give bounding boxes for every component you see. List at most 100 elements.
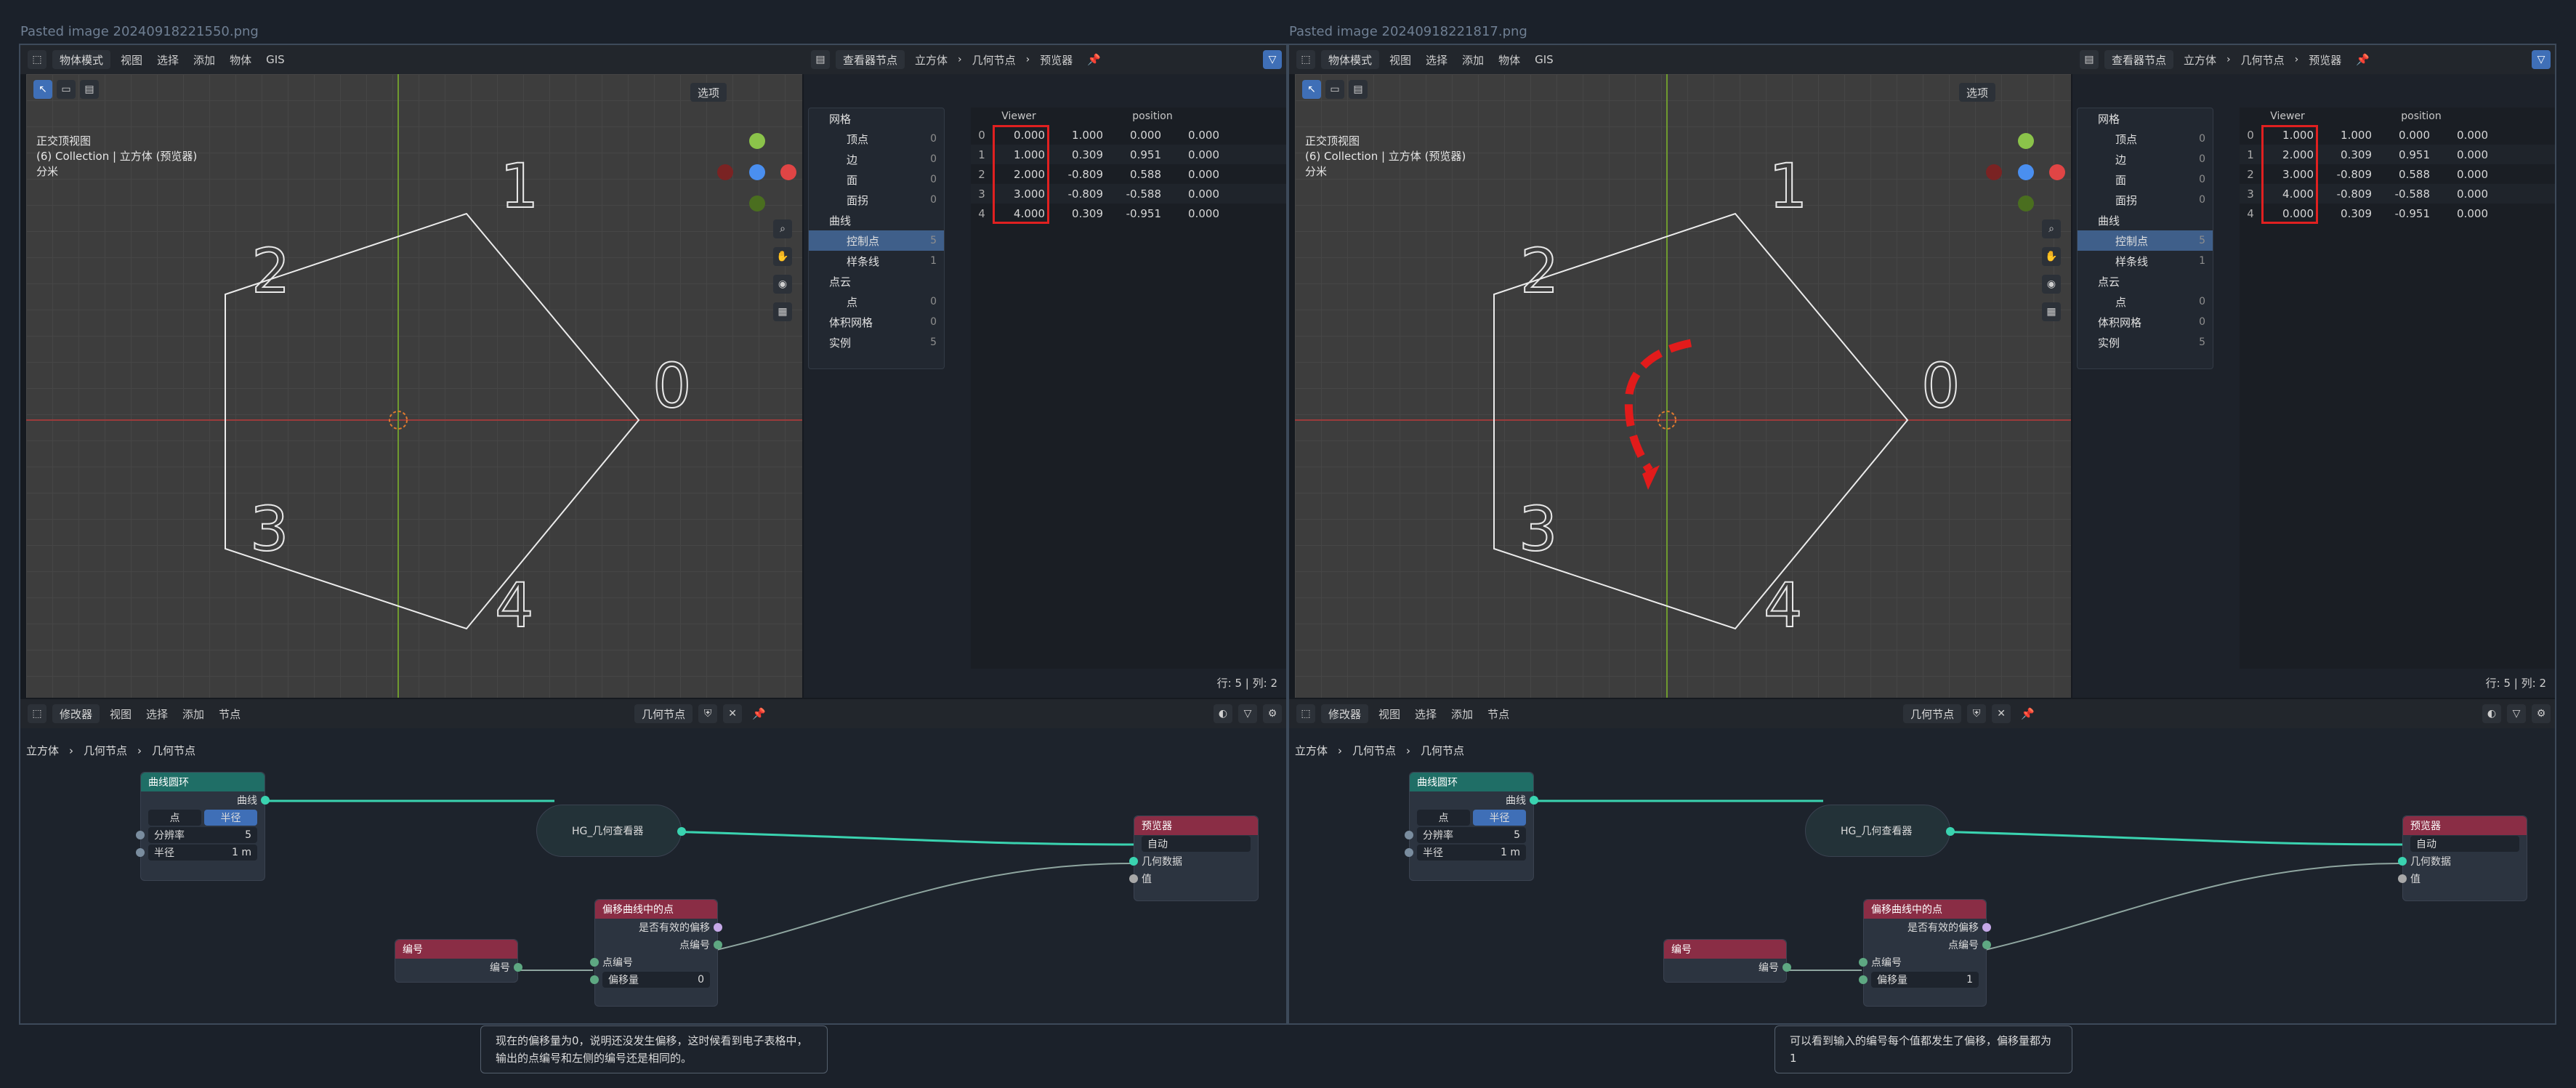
filter-icon[interactable]: ▽ <box>1263 50 1282 69</box>
socket[interactable] <box>261 796 270 805</box>
socket[interactable] <box>514 963 522 972</box>
offset-point-node[interactable]: 偏移曲线中的点 是否有效的偏移 点编号 点编号 偏移量 0 <box>590 899 722 1007</box>
camera-icon[interactable]: ◉ <box>2042 275 2061 294</box>
editor-type-icon[interactable]: ⬚ <box>1296 50 1315 69</box>
index-node[interactable]: 编号 编号 <box>1663 939 1791 983</box>
curve-circle-node[interactable]: 曲线圆环 曲线 点 半径 分辨率 5 半径 1 m <box>1405 772 1538 881</box>
domain-item[interactable]: 面拐 0 <box>809 190 944 210</box>
domain-item[interactable]: 曲线 <box>809 210 944 230</box>
index-node[interactable]: 编号 编号 <box>395 939 522 983</box>
domain-item[interactable]: 顶点 0 <box>2078 129 2213 149</box>
socket[interactable] <box>677 827 686 836</box>
socket[interactable] <box>590 958 599 967</box>
zoom-icon[interactable]: ⌕ <box>773 219 792 238</box>
preview-mode-select[interactable]: 自动 <box>2410 836 2519 852</box>
socket[interactable] <box>1982 940 1991 949</box>
tab-radius[interactable]: 半径 <box>204 810 257 826</box>
domain-item[interactable]: 样条线 1 <box>809 251 944 271</box>
sheet-breadcrumb[interactable]: 几何节点 <box>2237 52 2289 68</box>
gizmo-z[interactable] <box>749 164 765 180</box>
offset-field[interactable]: 偏移量 0 <box>602 972 710 988</box>
pan-hand-icon[interactable]: ✋ <box>2042 247 2061 266</box>
radius-field[interactable]: 半径 1 m <box>148 845 257 861</box>
socket[interactable] <box>1782 963 1791 972</box>
domain-item[interactable]: 面拐 0 <box>2078 190 2213 210</box>
socket[interactable] <box>714 940 722 949</box>
viewer-select[interactable]: 查看器节点 <box>836 50 905 69</box>
3d-viewport[interactable]: ↖ ▭ ▤ 选项 正交顶视图 (6) Collection | 立方体 (预览器… <box>26 74 802 698</box>
hg-viewer-group-node[interactable]: HG_几何查看器 <box>536 805 686 857</box>
domain-item[interactable]: 体积网格 0 <box>809 312 944 332</box>
domain-item[interactable]: 顶点 0 <box>809 129 944 149</box>
hg-viewer-group-node[interactable]: HG_几何查看器 <box>1805 805 1955 857</box>
gizmo-y[interactable] <box>2018 133 2034 149</box>
preview-node[interactable]: 预览器 自动 几何数据 值 <box>2398 815 2527 901</box>
domain-item[interactable]: 点云 <box>809 271 944 291</box>
gizmo-x[interactable] <box>780 164 796 180</box>
grid-icon[interactable]: ▦ <box>2042 302 2061 321</box>
mode-select[interactable]: 物体模式 <box>1321 50 1380 69</box>
offset-point-node[interactable]: 偏移曲线中的点 是否有效的偏移 点编号 点编号 偏移量 1 <box>1859 899 1991 1007</box>
socket[interactable] <box>1405 848 1413 857</box>
socket[interactable] <box>2398 857 2407 866</box>
3d-viewport[interactable]: ↖ ▭ ▤ 选项 正交顶视图 (6) Collection | 立方体 (预览器… <box>1295 74 2071 698</box>
domain-item[interactable]: 面 0 <box>809 169 944 190</box>
col-header-viewer[interactable]: Viewer <box>2261 110 2319 122</box>
sheet-breadcrumb[interactable]: 预览器 <box>1035 52 1077 68</box>
socket[interactable] <box>1129 857 1138 866</box>
spreadsheet-editor-icon[interactable]: ▤ <box>811 50 830 69</box>
sheet-breadcrumb[interactable]: 立方体 <box>2179 52 2221 68</box>
domain-item[interactable]: 点 0 <box>2078 291 2213 312</box>
domain-item[interactable]: 网格 <box>2078 108 2213 129</box>
viewport-menu-item[interactable]: 视图 <box>116 52 147 68</box>
node-editor[interactable]: ⬚ 修改器 视图 选择 添加 节点 几何节点 ⛨ ✕ 📌 ◐ ▽ ⚙ 立方体 › 几何节点… <box>1289 699 2555 1023</box>
grid-icon[interactable]: ▦ <box>773 302 792 321</box>
gizmo-y[interactable] <box>749 133 765 149</box>
socket[interactable] <box>1530 796 1538 805</box>
domain-item[interactable]: 控制点 5 <box>2078 230 2213 251</box>
camera-icon[interactable]: ◉ <box>773 275 792 294</box>
viewport-menu-item[interactable]: 添加 <box>1458 52 1488 68</box>
pin-icon[interactable]: 📌 <box>2351 53 2374 66</box>
curve-circle-node[interactable]: 曲线圆环 曲线 点 半径 分辨率 5 半径 1 m <box>136 772 270 881</box>
gizmo-x[interactable] <box>2049 164 2065 180</box>
col-header-position[interactable]: position <box>2319 110 2523 122</box>
domain-item[interactable]: 面 0 <box>2078 169 2213 190</box>
viewport-menu-item[interactable]: 添加 <box>189 52 219 68</box>
socket[interactable] <box>1946 827 1955 836</box>
zoom-icon[interactable]: ⌕ <box>2042 219 2061 238</box>
radius-field[interactable]: 半径 1 m <box>1417 845 1526 861</box>
pan-hand-icon[interactable]: ✋ <box>773 247 792 266</box>
pin-icon[interactable]: 📌 <box>1083 53 1105 66</box>
viewport-menu-item[interactable]: GIS <box>1530 53 1558 66</box>
domain-item[interactable]: 体积网格 0 <box>2078 312 2213 332</box>
preview-mode-select[interactable]: 自动 <box>1142 836 1251 852</box>
viewport-menu-item[interactable]: 物体 <box>1494 52 1525 68</box>
col-header-position[interactable]: position <box>1051 110 1254 122</box>
sheet-breadcrumb[interactable]: 几何节点 <box>968 52 1020 68</box>
filter-icon[interactable]: ▽ <box>2532 50 2551 69</box>
socket[interactable] <box>1859 975 1868 984</box>
offset-field[interactable]: 偏移量 1 <box>1871 972 1979 988</box>
domain-item[interactable]: 边 0 <box>809 149 944 169</box>
col-header-viewer[interactable]: Viewer <box>993 110 1051 122</box>
gizmo-neg-y[interactable] <box>749 196 765 211</box>
domain-item[interactable]: 边 0 <box>2078 149 2213 169</box>
domain-item[interactable]: 样条线 1 <box>2078 251 2213 271</box>
domain-item[interactable]: 实例 5 <box>2078 332 2213 352</box>
viewport-menu-item[interactable]: GIS <box>262 53 289 66</box>
socket[interactable] <box>590 975 599 984</box>
gizmo-neg-x[interactable] <box>1986 164 2002 180</box>
socket[interactable] <box>1129 874 1138 883</box>
gizmo-z[interactable] <box>2018 164 2034 180</box>
gizmo-neg-y[interactable] <box>2018 196 2034 211</box>
domain-item[interactable]: 曲线 <box>2078 210 2213 230</box>
viewport-menu-item[interactable]: 选择 <box>153 52 183 68</box>
tab-points[interactable]: 点 <box>1417 810 1470 826</box>
socket[interactable] <box>136 831 145 839</box>
preview-node[interactable]: 预览器 自动 几何数据 值 <box>1129 815 1259 901</box>
socket[interactable] <box>1982 923 1991 932</box>
viewer-select[interactable]: 查看器节点 <box>2104 50 2174 69</box>
resolution-field[interactable]: 分辨率 5 <box>1417 827 1526 843</box>
viewport-menu-item[interactable]: 物体 <box>225 52 256 68</box>
